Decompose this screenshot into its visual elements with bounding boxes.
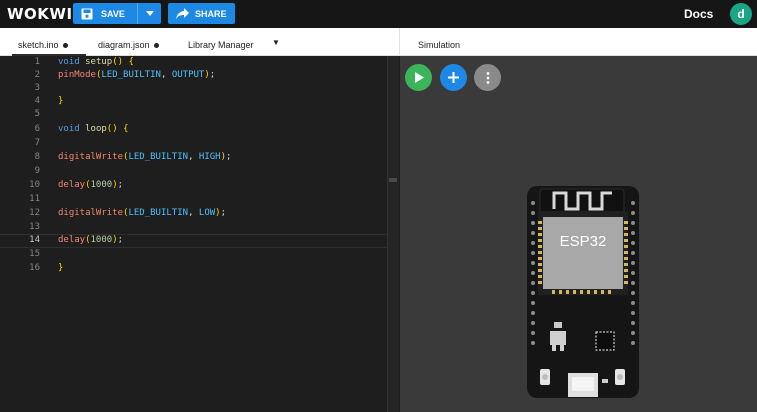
code-line: 12 digitalWrite(LED_BUILTIN, LOW);	[0, 208, 399, 221]
code-text: delay(1000);	[58, 235, 124, 245]
save-icon	[81, 8, 93, 19]
line-number: 14	[29, 235, 40, 245]
share-arrow-icon	[176, 8, 189, 19]
line-number: 8	[34, 152, 40, 162]
line-number: 9	[34, 166, 40, 176]
line-number: 7	[34, 138, 40, 148]
plus-icon	[448, 72, 459, 83]
code-line: 11	[0, 194, 399, 207]
save-label: SAVE	[101, 8, 125, 19]
start-simulation-button[interactable]	[405, 64, 432, 91]
code-line: 9	[0, 166, 399, 179]
tab-sketch-ino[interactable]: sketch.ino	[18, 40, 68, 50]
tab-diagram-json[interactable]: diagram.json	[98, 40, 159, 50]
tabs-menu-caret-icon[interactable]: ▼	[272, 38, 280, 47]
tab-divider	[399, 28, 400, 56]
code-text: digitalWrite(LED_BUILTIN, LOW);	[58, 208, 227, 218]
unsaved-dot-icon	[153, 42, 159, 48]
line-number: 4	[34, 96, 40, 106]
tab-label: diagram.json	[98, 40, 150, 50]
tab-library-manager[interactable]: Library Manager	[188, 40, 254, 50]
chevron-down-icon	[145, 11, 154, 16]
board-chip-label: ESP32	[560, 233, 607, 250]
code-text: void setup() {	[58, 57, 134, 67]
code-line-current: 14 delay(1000);	[0, 234, 399, 248]
code-line: 4 }	[0, 96, 399, 109]
line-number: 10	[29, 180, 40, 190]
code-line: 3	[0, 83, 399, 96]
tab-bar: sketch.ino diagram.json Library Manager …	[0, 28, 757, 56]
code-text: delay(1000);	[58, 180, 124, 190]
code-text: pinMode(LED_BUILTIN, OUTPUT);	[58, 70, 216, 80]
share-button[interactable]: SHARE	[168, 3, 235, 24]
code-line: 6 void loop() {	[0, 124, 399, 137]
share-label: SHARE	[195, 8, 227, 19]
esp32-board[interactable]: ESP32	[524, 183, 642, 401]
more-options-button[interactable]	[474, 64, 501, 91]
code-line: 2 pinMode(LED_BUILTIN, OUTPUT);	[0, 70, 399, 83]
panel-splitter[interactable]	[387, 56, 399, 412]
line-number: 11	[29, 194, 40, 204]
tab-label: Library Manager	[188, 40, 254, 50]
line-number: 6	[34, 124, 40, 134]
docs-link[interactable]: Docs	[684, 7, 713, 21]
tab-label: sketch.ino	[18, 40, 59, 50]
user-avatar[interactable]: d	[730, 3, 752, 25]
line-number: 12	[29, 208, 40, 218]
code-line: 16 }	[0, 263, 399, 276]
line-number: 5	[34, 109, 40, 119]
top-bar: WOKWI SAVE SHARE Docs d	[0, 0, 757, 28]
line-number: 16	[29, 263, 40, 273]
unsaved-dot-icon	[62, 42, 68, 48]
code-line: 7	[0, 138, 399, 151]
line-number: 15	[29, 249, 40, 259]
add-part-button[interactable]	[440, 64, 467, 91]
line-number: 1	[34, 57, 40, 67]
more-vertical-icon	[486, 71, 489, 84]
code-text: digitalWrite(LED_BUILTIN, HIGH);	[58, 152, 232, 162]
code-text: }	[58, 96, 64, 106]
line-number: 3	[34, 83, 40, 93]
code-line: 5	[0, 109, 399, 122]
code-editor[interactable]: 1 void setup() { 2 pinMode(LED_BUILTIN, …	[0, 56, 399, 412]
splitter-handle[interactable]	[389, 178, 397, 182]
simulation-title: Simulation	[418, 40, 461, 50]
line-number: 2	[34, 70, 40, 80]
code-text: void loop() {	[58, 124, 129, 134]
play-icon	[414, 72, 424, 83]
code-line: 1 void setup() {	[0, 57, 399, 70]
save-options-dropdown[interactable]	[137, 3, 161, 24]
wokwi-logo[interactable]: WOKWI	[7, 5, 73, 23]
save-button-group: SAVE	[73, 3, 161, 24]
code-line: 10 delay(1000);	[0, 180, 399, 193]
code-text: }	[58, 263, 64, 273]
code-line: 8 digitalWrite(LED_BUILTIN, HIGH);	[0, 152, 399, 165]
simulation-panel: ESP32	[400, 56, 757, 412]
save-button[interactable]: SAVE	[73, 3, 137, 24]
code-line: 15	[0, 249, 399, 262]
line-number: 13	[29, 222, 40, 232]
